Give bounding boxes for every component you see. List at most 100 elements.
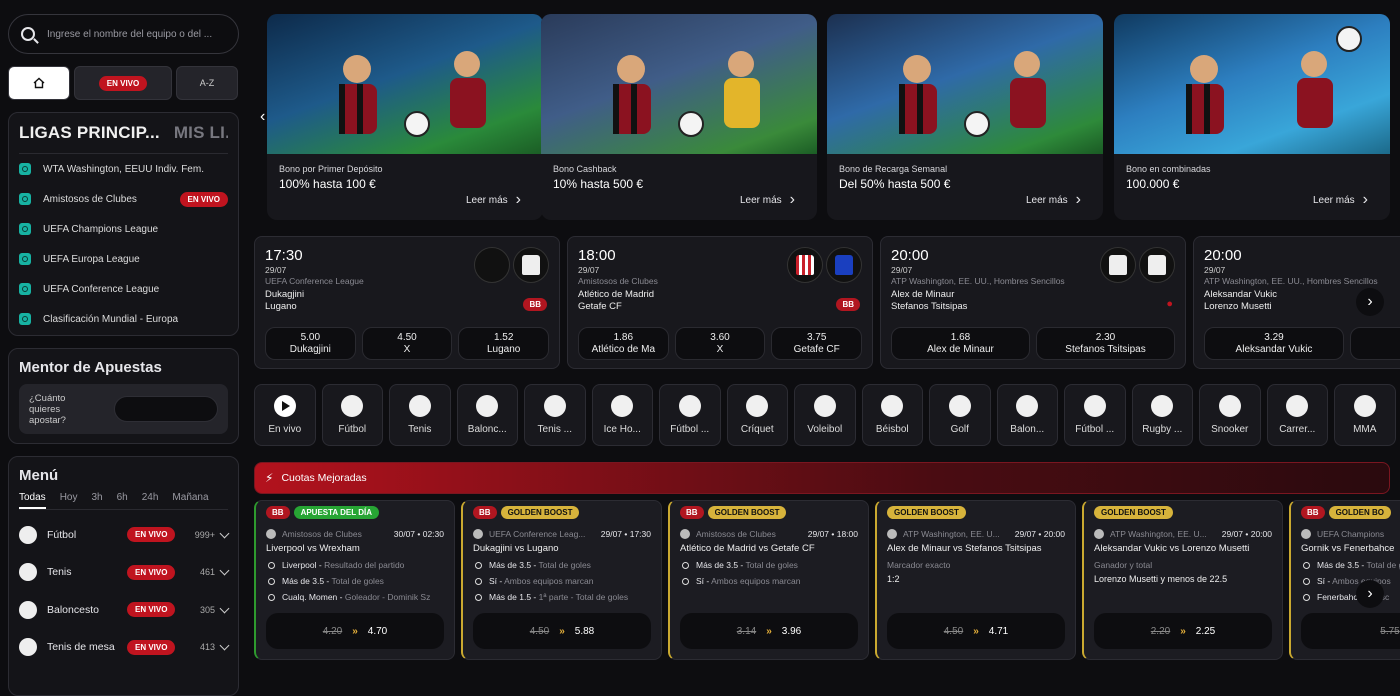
league-item[interactable]: UEFA Europa League [19,244,228,274]
odds-button[interactable]: 3.60 X [674,327,766,360]
sport-tab[interactable]: Críquet [726,384,788,446]
sport-tab[interactable]: Fútbol ... [659,384,721,446]
time-filter-tab[interactable]: Todas [19,492,46,509]
boost-odds-button[interactable]: 5.75 [1301,613,1400,649]
bet-builder-badge: BB [266,506,290,519]
live-badge: EN VIVO [179,191,228,207]
sport-tab[interactable]: Fútbol ... [1064,384,1126,446]
sport-menu-item[interactable]: Baloncesto EN VIVO 305 [19,591,230,629]
stake-input[interactable] [114,396,218,422]
tab-my-leagues[interactable]: MIS LI... [174,123,228,143]
odds-button[interactable]: 1.68 Alex de Minaur [891,327,1030,360]
sport-tab[interactable]: Carrer... [1266,384,1328,446]
time-filter-tab[interactable]: Mañana [172,492,208,509]
sport-tab[interactable]: Fútbol [321,384,383,446]
sport-tab[interactable]: Snooker [1199,384,1261,446]
match-card[interactable]: 18:00 29/07 Amistosos de Clubes Atlético de… [567,236,873,369]
boost-card[interactable]: BB GOLDEN BO UEFA Champions Gornik vs Fener… [1289,500,1400,660]
chevron-down-icon[interactable] [219,565,230,576]
league-item[interactable]: Amistosos de Clubes EN VIVO [19,184,228,214]
search-input[interactable] [47,28,217,40]
featured-matches: 17:30 29/07 UEFA Conference League Dukagjin… [254,236,1400,370]
sport-tab[interactable]: Voleibol [794,384,856,446]
match-card[interactable]: 20:00 29/07 ATP Washington, EE. UU., Hombr… [880,236,1186,369]
tab-home[interactable] [8,66,70,100]
league-item[interactable]: UEFA Conference League [19,274,228,304]
match-card[interactable]: 17:30 29/07 UEFA Conference League Dukagjin… [254,236,560,369]
boost-card[interactable]: BB GOLDEN BOOST Amistosos de Clubes 29/07 •… [668,500,869,660]
promo-title: 100% hasta 100 € [279,177,376,191]
promo-card[interactable]: Bono Cashback 10% hasta 500 € Leer más [541,14,817,220]
boost-arrow-icon: » [1180,625,1186,637]
promo-card[interactable]: Bono por Primer Depósito 100% hasta 100 €… [267,14,543,220]
main-content: ‹ Bono por Primer Depósito 100% hasta 100… [254,14,1400,660]
boost-match: Aleksandar Vukic vs Lorenzo Musetti [1094,543,1250,554]
sport-tab[interactable]: Balonc... [456,384,518,446]
odds-button[interactable]: 1.86 Atlético de Ma [578,327,669,360]
odds-button[interactable]: 3.75 Getafe CF [771,327,863,360]
sport-tab[interactable]: Balon... [996,384,1058,446]
boost-card[interactable]: BB APUESTA DEL DÍA Amistosos de Clubes 30/0… [254,500,455,660]
chevron-down-icon[interactable] [219,528,230,539]
time-filter-tab[interactable]: Hoy [60,492,78,509]
chevron-down-icon[interactable] [219,640,230,651]
odds-button[interactable]: 2.30 Stefanos Tsitsipas [1036,327,1175,360]
tab-az[interactable]: A-Z [176,66,238,100]
boost-date: 29/07 • 17:30 [600,529,651,539]
sport-tab-label: Snooker [1211,424,1249,435]
sport-tab-label: Tenis [408,424,432,435]
time-filter-tab[interactable]: 3h [91,492,102,509]
promo-card[interactable]: Bono de Recarga Semanal Del 50% hasta 500… [827,14,1103,220]
boost-pick: Lorenzo Musetti y menos de 22.5 [1094,574,1228,584]
sport-tab[interactable]: Golf [929,384,991,446]
odds-button[interactable]: Lo [1350,327,1400,360]
chevron-down-icon[interactable] [219,603,230,614]
sport-menu-item[interactable]: Tenis de mesa EN VIVO 413 [19,629,230,667]
sport-tab[interactable]: Tenis [389,384,451,446]
boost-match: Dukagjini vs Lugano [473,543,559,554]
boost-card[interactable]: GOLDEN BOOST ATP Washington, EE. U... 29/0… [1082,500,1283,660]
boost-card[interactable]: BB GOLDEN BOOST UEFA Conference Leag... 29/… [461,500,662,660]
odds-button[interactable]: 5.00 Dukagjini [265,327,356,360]
sport-tab[interactable]: Rugby ... [1131,384,1193,446]
odds-button[interactable]: 3.29 Aleksandar Vukic [1204,327,1344,360]
sport-tab[interactable]: Tenis ... [524,384,586,446]
boost-odds-button[interactable]: 4.20 » 4.70 [266,613,444,649]
read-more-link[interactable]: Leer más [466,190,521,208]
tab-live[interactable]: EN VIVO [74,66,172,100]
carousel-prev-icon[interactable]: ‹ [260,108,265,126]
boost-date: 29/07 • 20:00 [1014,529,1065,539]
promo-subtitle: Bono de Recarga Semanal [839,164,948,174]
time-filter-tab[interactable]: 6h [117,492,128,509]
sport-menu-item[interactable]: Tenis EN VIVO 461 [19,554,230,592]
sport-menu-item[interactable]: Fútbol EN VIVO 999+ [19,516,230,554]
league-item[interactable]: UEFA Champions League [19,214,228,244]
tab-main-leagues[interactable]: LIGAS PRINCIP... [19,123,160,143]
read-more-link[interactable]: Leer más [1313,190,1368,208]
read-more-link[interactable]: Leer más [1026,190,1081,208]
boost-next-icon[interactable]: › [1356,580,1384,608]
sport-name: Tenis de mesa [47,641,115,654]
league-item[interactable]: WTA Washington, EEUU Indiv. Fem. [19,154,228,184]
sport-tab[interactable]: Béisbol [861,384,923,446]
sport-icon [473,529,483,539]
read-more-link[interactable]: Leer más [740,190,795,208]
sport-tab[interactable]: En vivo [254,384,316,446]
league-item[interactable]: Clasificación Mundial - Europa [19,304,228,334]
sport-tab-label: Fútbol ... [1075,424,1115,435]
boost-odds-button[interactable]: 4.50 » 4.71 [887,613,1065,649]
boost-card[interactable]: GOLDEN BOOST ATP Washington, EE. U... 29/0… [875,500,1076,660]
sport-icon [1083,395,1106,417]
boost-odds-button[interactable]: 3.14 » 3.96 [680,613,858,649]
selection-market: Ambos equipos marcan [504,576,594,586]
boost-odds-button[interactable]: 4.50 » 5.88 [473,613,651,649]
odds-button[interactable]: 4.50 X [361,327,453,360]
carousel-next-icon[interactable]: › [1356,288,1384,316]
search-bar[interactable] [8,14,239,54]
time-filter-tab[interactable]: 24h [142,492,159,509]
sport-tab[interactable]: Ice Ho... [591,384,653,446]
sport-tab[interactable]: MMA [1334,384,1396,446]
odds-button[interactable]: 1.52 Lugano [458,327,550,360]
boost-odds-button[interactable]: 2.20 » 2.25 [1094,613,1272,649]
promo-card[interactable]: Bono en combinadas 100.000 € Leer más [1114,14,1390,220]
